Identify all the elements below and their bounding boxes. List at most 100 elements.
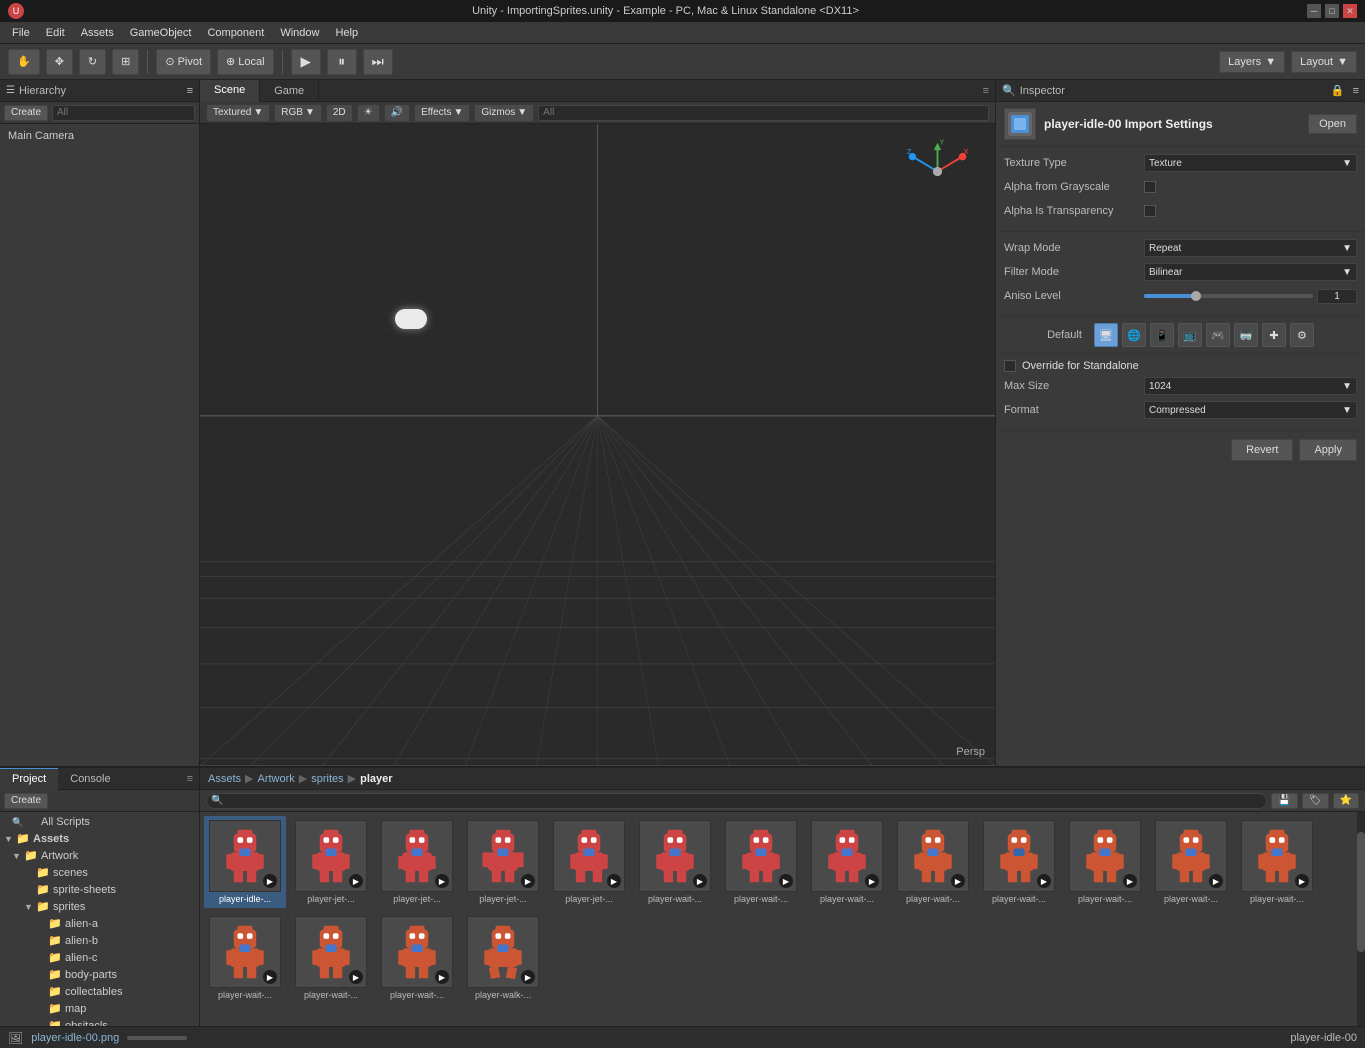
platform-btn-settings[interactable]: ⚙	[1290, 323, 1314, 347]
lighting-button[interactable]: ☀	[357, 104, 380, 122]
tree-item-body-parts[interactable]: 📁 body-parts	[0, 966, 199, 983]
scene-tab[interactable]: Scene	[200, 80, 260, 102]
rotate-tool-button[interactable]: ↻	[79, 49, 106, 75]
texture-type-dropdown[interactable]: Texture ▼	[1144, 154, 1357, 172]
platform-btn-desktop[interactable]: 🖥	[1094, 323, 1118, 347]
apply-button[interactable]: Apply	[1299, 439, 1357, 461]
asset-cell-player-jet-1[interactable]: ▶ player-jet-...	[290, 816, 372, 908]
console-tab[interactable]: Console	[58, 768, 122, 790]
asset-cell-player-wait-6[interactable]: ▶ player-wait-...	[1064, 816, 1146, 908]
assets-scrollbar[interactable]	[1357, 812, 1365, 1026]
project-tab[interactable]: Project	[0, 768, 58, 790]
audio-button[interactable]: 🔊	[384, 104, 410, 122]
asset-cell-player-wait-2[interactable]: ▶ player-wait-...	[720, 816, 802, 908]
tree-item-alien-b[interactable]: 📁 alien-b	[0, 932, 199, 949]
tree-item-collectables[interactable]: 📁 collectables	[0, 983, 199, 1000]
game-tab[interactable]: Game	[260, 80, 319, 102]
inspector-menu-icon[interactable]: ≡	[1353, 85, 1359, 97]
platform-btn-plus[interactable]: ✚	[1262, 323, 1286, 347]
asset-cell-player-wait-8[interactable]: ▶ player-wait-...	[1236, 816, 1318, 908]
asset-cell-player-walk[interactable]: ▶ player-walk-...	[462, 912, 544, 1004]
max-size-dropdown[interactable]: 1024 ▼	[1144, 377, 1357, 395]
asset-cell-player-wait-5[interactable]: ▶ player-wait-...	[978, 816, 1060, 908]
pause-button[interactable]: ⏸	[327, 49, 357, 75]
scene-view[interactable]: Y X Z Persp	[200, 124, 995, 766]
asset-cell-player-wait-10[interactable]: ▶ player-wait-...	[290, 912, 372, 1004]
override-checkbox[interactable]	[1004, 360, 1016, 372]
tree-item-map[interactable]: 📁 map	[0, 1000, 199, 1017]
move-tool-button[interactable]: ✥	[46, 49, 73, 75]
platform-btn-mobile[interactable]: 📱	[1150, 323, 1174, 347]
textured-dropdown[interactable]: Textured ▼	[206, 104, 270, 122]
asset-cell-player-jet-2[interactable]: ▶ player-jet-...	[376, 816, 458, 908]
alpha-grayscale-checkbox[interactable]	[1144, 181, 1156, 193]
tree-item-alien-a[interactable]: 📁 alien-a	[0, 915, 199, 932]
aniso-number-input[interactable]	[1317, 289, 1357, 304]
rgb-dropdown[interactable]: RGB ▼	[274, 104, 322, 122]
aniso-slider-thumb[interactable]	[1191, 291, 1201, 301]
menu-assets[interactable]: Assets	[73, 25, 122, 41]
asset-cell-player-wait-1[interactable]: ▶ player-wait-...	[634, 816, 716, 908]
hierarchy-create-button[interactable]: Create	[4, 105, 48, 121]
menu-window[interactable]: Window	[272, 25, 327, 41]
platform-btn-vr[interactable]: 🥽	[1234, 323, 1258, 347]
layout-dropdown[interactable]: Layout ▼	[1291, 51, 1357, 73]
alpha-transparency-checkbox[interactable]	[1144, 205, 1156, 217]
menu-component[interactable]: Component	[199, 25, 272, 41]
assets-tag-button[interactable]: 🏷	[1302, 793, 1329, 809]
hierarchy-menu-icon[interactable]: ≡	[187, 85, 193, 97]
revert-button[interactable]: Revert	[1231, 439, 1293, 461]
breadcrumb-artwork[interactable]: Artwork	[257, 773, 294, 785]
asset-cell-player-jet-3[interactable]: ▶ player-jet-...	[462, 816, 544, 908]
inspector-lock-icon[interactable]: 🔒	[1331, 84, 1345, 97]
assets-save-button[interactable]: 💾	[1271, 793, 1297, 809]
platform-btn-web[interactable]: 🌐	[1122, 323, 1146, 347]
tree-item-obsitacls[interactable]: 📁 obsitacls	[0, 1017, 199, 1026]
tree-item-scenes[interactable]: 📁 scenes	[0, 864, 199, 881]
open-button[interactable]: Open	[1308, 114, 1357, 134]
step-button[interactable]: ⏭	[363, 49, 393, 75]
assets-scrollbar-thumb[interactable]	[1357, 832, 1365, 952]
platform-btn-gamepad[interactable]: 🎮	[1206, 323, 1230, 347]
gizmos-button[interactable]: Gizmos ▼	[474, 104, 534, 122]
asset-cell-player-wait-3[interactable]: ▶ player-wait-...	[806, 816, 888, 908]
tree-item-all-scripts[interactable]: 🔍 All Scripts	[0, 814, 199, 830]
asset-cell-player-wait-9[interactable]: ▶ player-wait-...	[204, 912, 286, 1004]
play-button[interactable]: ▶	[291, 49, 321, 75]
breadcrumb-sprites[interactable]: sprites	[311, 773, 343, 785]
menu-file[interactable]: File	[4, 25, 38, 41]
format-dropdown[interactable]: Compressed ▼	[1144, 401, 1357, 419]
menu-edit[interactable]: Edit	[38, 25, 73, 41]
wrap-mode-dropdown[interactable]: Repeat ▼	[1144, 239, 1357, 257]
asset-cell-player-wait-11[interactable]: ▶ player-wait-...	[376, 912, 458, 1004]
aniso-slider[interactable]	[1144, 294, 1313, 298]
asset-cell-player-jet-4[interactable]: ▶ player-jet-...	[548, 816, 630, 908]
close-button[interactable]: ✕	[1343, 4, 1357, 18]
tree-item-alien-c[interactable]: 📁 alien-c	[0, 949, 199, 966]
menu-help[interactable]: Help	[327, 25, 366, 41]
2d-button[interactable]: 2D	[326, 104, 353, 122]
filter-mode-dropdown[interactable]: Bilinear ▼	[1144, 263, 1357, 281]
local-button[interactable]: ⊕ Local	[217, 49, 274, 75]
asset-cell-player-wait-7[interactable]: ▶ player-wait-...	[1150, 816, 1232, 908]
tree-item-sprite-sheets[interactable]: 📁 sprite-sheets	[0, 881, 199, 898]
pivot-button[interactable]: ⊙ Pivot	[156, 49, 211, 75]
minimize-button[interactable]: ─	[1307, 4, 1321, 18]
menu-gameobject[interactable]: GameObject	[122, 25, 200, 41]
assets-search-input[interactable]	[206, 793, 1267, 809]
asset-cell-player-wait-4[interactable]: ▶ player-wait-...	[892, 816, 974, 908]
scene-panel-menu-icon[interactable]: ≡	[983, 85, 995, 97]
layers-dropdown[interactable]: Layers ▼	[1219, 51, 1285, 73]
hand-tool-button[interactable]: ✋	[8, 49, 40, 75]
tree-item-artwork[interactable]: ▼ 📁 Artwork	[0, 847, 199, 864]
hierarchy-search-input[interactable]	[52, 105, 195, 121]
assets-star-button[interactable]: ⭐	[1333, 793, 1359, 809]
maximize-button[interactable]: □	[1325, 4, 1339, 18]
scale-tool-button[interactable]: ⊞	[112, 49, 139, 75]
asset-cell-player-idle[interactable]: ▶ player-idle-...	[204, 816, 286, 908]
scene-search-input[interactable]	[538, 105, 989, 121]
breadcrumb-assets[interactable]: Assets	[208, 773, 241, 785]
project-create-button[interactable]: Create	[4, 793, 48, 809]
project-panel-menu-icon[interactable]: ≡	[187, 773, 199, 785]
status-zoom-slider[interactable]	[127, 1036, 187, 1040]
